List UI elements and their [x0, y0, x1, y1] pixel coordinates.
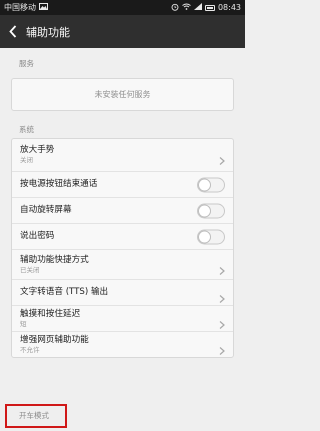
list-item-title: 文字转语音 (TTS) 输出	[20, 287, 109, 297]
system-settings-list: 放大手势 关闭 按电源按钮结束通话 自动旋转屏幕 说出密码 辅助功能快捷方式 已…	[11, 138, 234, 358]
chevron-right-icon	[219, 341, 225, 355]
list-item-tts-output[interactable]: 文字转语音 (TTS) 输出	[12, 280, 233, 306]
list-item-title: 说出密码	[20, 231, 55, 241]
list-item-web-accessibility[interactable]: 增强网页辅助功能 不允许	[12, 332, 233, 358]
services-empty-text: 未安装任何服务	[94, 90, 151, 99]
list-item-title: 放大手势	[20, 145, 55, 155]
list-item-power-button-ends-call[interactable]: 按电源按钮结束通话	[12, 172, 233, 198]
list-item-subtitle: 不允许	[20, 346, 40, 354]
system-section-label: 系统	[19, 125, 34, 134]
toggle-knob	[198, 230, 211, 243]
status-bar: 中国移动 08:43	[0, 0, 245, 15]
list-item-title: 触摸和按住延迟	[20, 308, 81, 319]
auto-rotate-toggle[interactable]	[197, 203, 225, 218]
status-time: 08:43	[217, 3, 241, 12]
list-item-accessibility-shortcut[interactable]: 辅助功能快捷方式 已关闭	[12, 250, 233, 280]
speak-passwords-toggle[interactable]	[197, 229, 225, 244]
chevron-right-icon	[219, 151, 225, 165]
image-icon	[39, 3, 48, 12]
list-item-speak-passwords[interactable]: 说出密码	[12, 224, 233, 250]
driving-mode-section-label: 开车模式	[19, 411, 49, 420]
battery-icon	[204, 4, 215, 11]
signal-icon	[193, 3, 202, 12]
list-item-title: 按电源按钮结束通话	[20, 179, 98, 189]
list-item-touch-hold-delay[interactable]: 触摸和按住延迟 短	[12, 306, 233, 332]
chevron-right-icon	[219, 260, 225, 275]
list-item-title: 增强网页辅助功能	[20, 335, 89, 345]
toolbar: 辅助功能	[0, 15, 245, 48]
list-item-subtitle: 短	[20, 319, 27, 328]
carrier-label: 中国移动	[4, 3, 36, 12]
list-item-subtitle: 已关闭	[20, 265, 40, 274]
power-button-ends-call-toggle[interactable]	[197, 177, 225, 192]
toggle-knob	[198, 178, 211, 191]
list-item-subtitle: 关闭	[20, 156, 33, 164]
page-title: 辅助功能	[26, 25, 70, 39]
toggle-knob	[198, 204, 211, 217]
list-item-title: 自动旋转屏幕	[20, 205, 72, 215]
wifi-icon	[182, 3, 191, 12]
services-section-label: 服务	[19, 59, 34, 68]
list-item-magnification-gestures[interactable]: 放大手势 关闭	[12, 139, 233, 172]
chevron-left-icon[interactable]	[6, 25, 20, 39]
list-item-title: 辅助功能快捷方式	[20, 254, 89, 265]
chevron-right-icon	[219, 288, 225, 303]
list-item-auto-rotate-screen[interactable]: 自动旋转屏幕	[12, 198, 233, 224]
chevron-right-icon	[219, 314, 225, 329]
services-empty-card: 未安装任何服务	[11, 78, 234, 111]
alarm-icon	[171, 3, 179, 13]
